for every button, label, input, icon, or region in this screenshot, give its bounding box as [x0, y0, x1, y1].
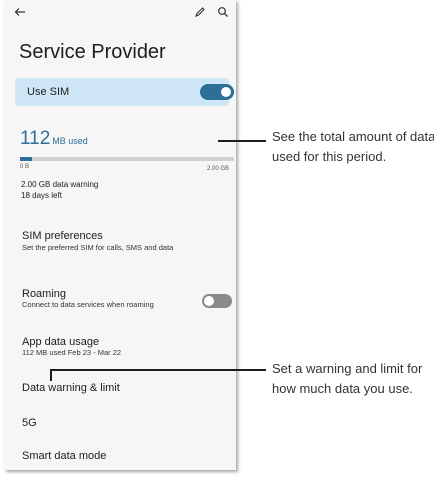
page-title: Service Provider — [19, 41, 166, 63]
usage-progress-bar — [20, 157, 234, 161]
search-icon[interactable] — [217, 6, 229, 18]
use-sim-row[interactable]: Use SIM — [15, 78, 234, 106]
data-warning-text: 2.00 GB data warning — [21, 180, 99, 189]
bar-max-label: 2.00 GB — [207, 166, 230, 172]
bar-min-label: 0 B — [20, 164, 30, 170]
sim-preferences-subtitle: Set the preferred SIM for calls, SMS and… — [22, 243, 174, 252]
data-warning-limit-item[interactable]: Data warning & limit — [22, 382, 120, 394]
use-sim-label: Use SIM — [27, 86, 70, 98]
toggle-knob — [204, 296, 214, 306]
roaming-title: Roaming — [22, 288, 67, 300]
warning-callout-line — [50, 369, 266, 371]
usage-unit: MB used — [52, 136, 88, 146]
smart-data-mode-item[interactable]: Smart data mode — [22, 450, 106, 462]
toggle-knob — [221, 87, 231, 97]
back-arrow-icon[interactable] — [14, 6, 26, 18]
usage-callout-line — [218, 140, 266, 142]
data-usage-amount: 112 MB used — [20, 128, 88, 150]
usage-callout-text: See the total amount of data used for th… — [272, 129, 434, 164]
usage-progress-fill — [20, 157, 32, 161]
app-data-usage-title: App data usage — [22, 336, 100, 348]
app-data-usage-subtitle: 112 MB used Feb 23 - Mar 22 — [22, 348, 122, 357]
warning-callout-text: Set a warning and limit for how much dat… — [272, 361, 423, 396]
warning-callout-tick — [50, 369, 52, 381]
5g-item[interactable]: 5G — [22, 417, 37, 429]
roaming-toggle[interactable] — [202, 294, 232, 308]
use-sim-toggle[interactable] — [200, 84, 234, 100]
sim-preferences-title: SIM preferences — [22, 230, 103, 242]
usage-number: 112 — [20, 128, 51, 149]
pencil-icon[interactable] — [194, 6, 206, 18]
days-left-text: 18 days left — [21, 191, 62, 200]
roaming-subtitle: Connect to data services when roaming — [22, 300, 154, 309]
phone-screen: Service Provider Use SIM 112 MB used 0 B … — [4, 0, 236, 470]
